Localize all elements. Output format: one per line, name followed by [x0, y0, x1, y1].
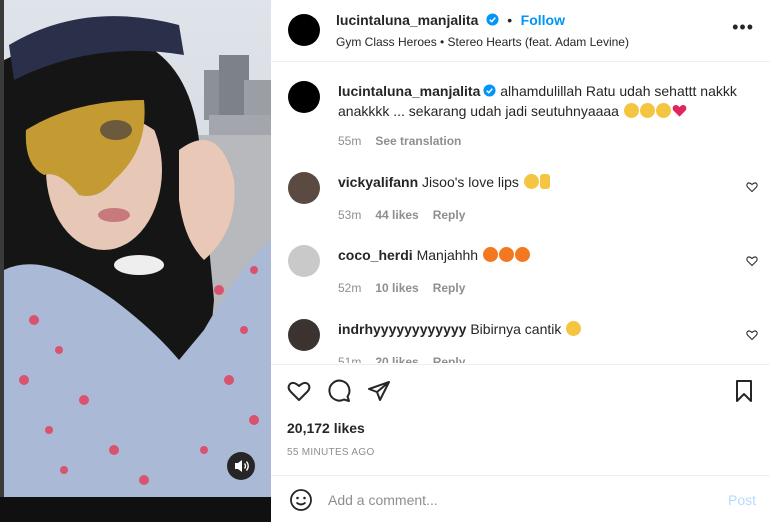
comment-username[interactable]: vickyalifann: [338, 174, 418, 190]
mute-button[interactable]: [227, 452, 255, 480]
comment-time: 52m: [338, 281, 362, 295]
comment-meta: 51m 20 likes Reply: [338, 355, 465, 363]
post-header: lucintaluna_manjalita • Follow Gym Class…: [271, 0, 770, 62]
fire-emoji-icon: [482, 247, 498, 262]
face-emoji-icon: [523, 174, 539, 189]
speaker-icon: [235, 460, 249, 472]
post-details-panel: lucintaluna_manjalita • Follow Gym Class…: [271, 0, 770, 522]
reply-button[interactable]: Reply: [433, 208, 466, 222]
caption-username[interactable]: lucintaluna_manjalita: [338, 83, 480, 99]
author-username[interactable]: lucintaluna_manjalita: [336, 12, 478, 28]
post-comment-button[interactable]: Post: [728, 492, 756, 508]
tired-face-emoji-icon: [566, 321, 582, 336]
commenter-avatar[interactable]: [288, 172, 320, 204]
comment: coco_herdi Manjahhh: [338, 245, 738, 265]
comment-text: Manjahhh: [416, 247, 479, 263]
red-heart-emoji-icon: [672, 104, 687, 117]
heart-eyes-emoji-icon: [655, 103, 671, 118]
instagram-post-view: lucintaluna_manjalita • Follow Gym Class…: [0, 0, 770, 522]
comment-likes[interactable]: 20 likes: [375, 355, 418, 363]
thumbs-up-emoji-icon: [539, 174, 550, 189]
comment-meta: 53m 44 likes Reply: [338, 208, 465, 222]
commenter-avatar[interactable]: [288, 319, 320, 351]
like-heart-icon[interactable]: [287, 379, 311, 403]
smiling-face-emoji-icon: [639, 103, 655, 118]
comment-likes[interactable]: 10 likes: [375, 281, 418, 295]
comments-list: lucintaluna_manjalita alhamdulillah Ratu…: [271, 63, 770, 363]
comment: indrhyyyyyyyyyyyy Bibirnya cantik: [338, 319, 738, 339]
comment-time: 53m: [338, 208, 362, 222]
comment-text: Bibirnya cantik: [470, 321, 562, 337]
fire-emoji-icon: [498, 247, 514, 262]
post-video[interactable]: [4, 0, 271, 497]
video-frame: [4, 0, 271, 497]
verified-badge-icon: [486, 13, 499, 26]
comment-composer: Add a comment... Post: [271, 475, 770, 522]
comment-username[interactable]: coco_herdi: [338, 247, 413, 263]
caption-meta: 55m See translation: [338, 134, 461, 148]
audio-track[interactable]: Gym Class Heroes • Stereo Hearts (feat. …: [336, 35, 629, 49]
comment-time: 51m: [338, 355, 362, 363]
caption: lucintaluna_manjalita alhamdulillah Ratu…: [338, 81, 748, 121]
comment-username[interactable]: indrhyyyyyyyyyyyy: [338, 321, 466, 337]
likes-count[interactable]: 20,172 likes: [287, 420, 365, 436]
post-timestamp: 55 MINUTES AGO: [287, 447, 375, 458]
fire-emoji-icon: [514, 247, 530, 262]
kissing-face-emoji-icon: [623, 103, 639, 118]
caption-time: 55m: [338, 134, 362, 148]
backdrop-bottom: [0, 497, 271, 522]
like-comment-heart-icon[interactable]: [746, 329, 758, 341]
comment-likes[interactable]: 44 likes: [375, 208, 418, 222]
comment-text: Jisoo's love lips: [422, 174, 519, 190]
comment-meta: 52m 10 likes Reply: [338, 281, 465, 295]
follow-button[interactable]: Follow: [521, 12, 565, 28]
see-translation-link[interactable]: See translation: [375, 134, 461, 148]
reply-button[interactable]: Reply: [433, 355, 466, 363]
like-comment-heart-icon[interactable]: [746, 255, 758, 267]
separator-dot: •: [507, 12, 513, 28]
author-avatar[interactable]: [288, 14, 320, 46]
emoji-picker-icon[interactable]: [289, 488, 313, 512]
share-paper-plane-icon[interactable]: [367, 379, 391, 403]
commenter-avatar[interactable]: [288, 245, 320, 277]
like-comment-heart-icon[interactable]: [746, 181, 758, 193]
comment-bubble-icon[interactable]: [327, 379, 351, 403]
author-line: lucintaluna_manjalita • Follow: [336, 12, 565, 30]
more-options-button[interactable]: •••: [732, 18, 754, 36]
caption-avatar[interactable]: [288, 81, 320, 113]
comment-input[interactable]: Add a comment...: [328, 492, 438, 508]
comment: vickyalifann Jisoo's love lips: [338, 172, 738, 192]
save-bookmark-icon[interactable]: [732, 379, 756, 403]
post-actions: 20,172 likes 55 MINUTES AGO: [271, 364, 770, 474]
reply-button[interactable]: Reply: [433, 281, 466, 295]
verified-badge-icon: [483, 84, 496, 97]
